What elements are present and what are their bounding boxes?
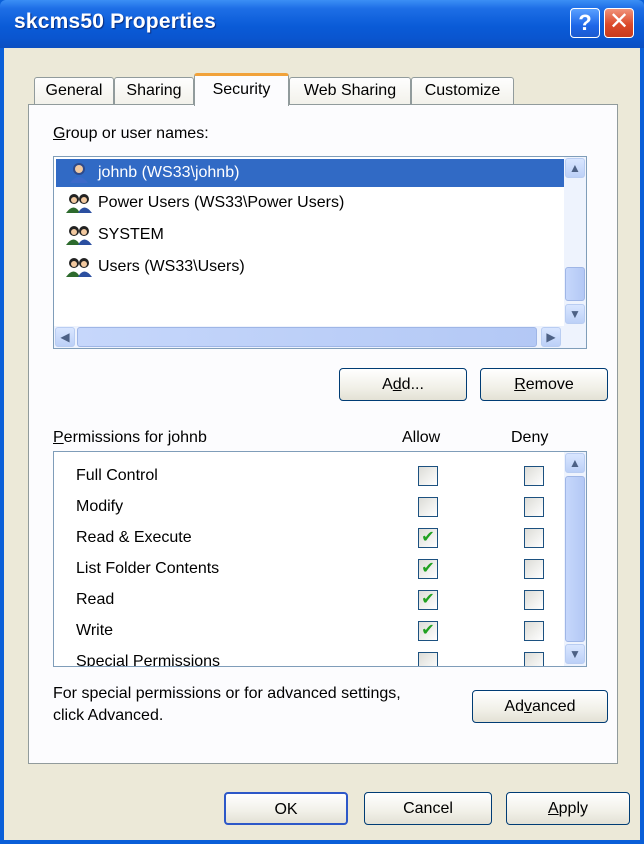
scroll-thumb[interactable] xyxy=(565,267,585,301)
permission-row-modify: Modify xyxy=(54,492,564,522)
list-item-johnb[interactable]: johnb (WS33\johnb) xyxy=(56,159,564,187)
scroll-thumb[interactable] xyxy=(565,476,585,642)
scroll-up-icon[interactable]: ▲ xyxy=(565,453,585,473)
group-icon xyxy=(66,194,92,213)
permissions-list[interactable]: Full Control Modify Read & Execute ✔ Lis… xyxy=(53,451,587,667)
permission-row-write: Write ✔ xyxy=(54,616,564,646)
properties-window: skcms50 Properties ? ✕ General Sharing S… xyxy=(0,0,644,844)
remove-button[interactable]: Remove xyxy=(480,368,608,401)
deny-checkbox-read[interactable] xyxy=(524,590,544,610)
close-button[interactable]: ✕ xyxy=(604,8,634,38)
deny-checkbox-modify[interactable] xyxy=(524,497,544,517)
scroll-thumb[interactable] xyxy=(77,327,537,347)
scroll-left-icon[interactable]: ◀ xyxy=(55,327,75,347)
scroll-down-icon[interactable]: ▼ xyxy=(565,304,585,324)
security-panel: Group or user names: johnb (WS33\johnb) … xyxy=(28,104,618,764)
advanced-note: For special permissions or for advanced … xyxy=(53,685,401,724)
group-user-list[interactable]: johnb (WS33\johnb) Power Users (WS33\Pow… xyxy=(53,156,587,349)
tab-web-sharing[interactable]: Web Sharing xyxy=(289,77,411,105)
cancel-button[interactable]: Cancel xyxy=(364,792,492,825)
add-button[interactable]: Add... xyxy=(339,368,467,401)
tab-security[interactable]: Security xyxy=(194,73,289,106)
group-list-vertical-scrollbar[interactable]: ▲ ▼ xyxy=(564,157,586,326)
allow-checkbox-full-control[interactable] xyxy=(418,466,438,486)
allow-header: Allow xyxy=(402,429,441,446)
group-names-label: Group or user names: xyxy=(53,125,209,142)
tab-customize[interactable]: Customize xyxy=(411,77,514,105)
scroll-up-icon[interactable]: ▲ xyxy=(565,158,585,178)
tab-sharing[interactable]: Sharing xyxy=(114,77,194,105)
dialog-body: General Sharing Security Web Sharing Cus… xyxy=(4,48,640,840)
list-item-power-users[interactable]: Power Users (WS33\Power Users) xyxy=(56,189,564,217)
group-icon xyxy=(66,258,92,277)
allow-checkbox-list-folder-contents[interactable]: ✔ xyxy=(418,559,438,579)
group-list-horizontal-scrollbar[interactable]: ◀ ▶ xyxy=(54,326,586,348)
deny-checkbox-list-folder-contents[interactable] xyxy=(524,559,544,579)
user-icon xyxy=(70,163,88,183)
deny-checkbox-full-control[interactable] xyxy=(524,466,544,486)
allow-checkbox-write[interactable]: ✔ xyxy=(418,621,438,641)
scroll-down-icon[interactable]: ▼ xyxy=(565,644,585,664)
permissions-vertical-scrollbar[interactable]: ▲ ▼ xyxy=(564,452,586,666)
permission-row-read: Read ✔ xyxy=(54,585,564,615)
scroll-right-icon[interactable]: ▶ xyxy=(541,327,561,347)
help-button[interactable]: ? xyxy=(570,8,600,38)
permission-row-list-folder-contents: List Folder Contents ✔ xyxy=(54,554,564,584)
list-item-system[interactable]: SYSTEM xyxy=(56,221,564,249)
permission-row-read-execute: Read & Execute ✔ xyxy=(54,523,564,553)
window-title: skcms50 Properties xyxy=(14,10,217,33)
allow-checkbox-special-permissions[interactable] xyxy=(418,652,438,666)
permission-row-full-control: Full Control xyxy=(54,461,564,491)
permission-row-special-permissions: Special Permissions xyxy=(54,647,564,666)
deny-checkbox-special-permissions[interactable] xyxy=(524,652,544,666)
group-icon xyxy=(66,226,92,245)
ok-button[interactable]: OK xyxy=(224,792,348,825)
tab-general[interactable]: General xyxy=(34,77,114,105)
permissions-label: Permissions for johnb xyxy=(53,429,207,446)
deny-checkbox-read-execute[interactable] xyxy=(524,528,544,548)
allow-checkbox-modify[interactable] xyxy=(418,497,438,517)
list-item-users[interactable]: Users (WS33\Users) xyxy=(56,253,564,281)
advanced-button[interactable]: Advanced xyxy=(472,690,608,723)
allow-checkbox-read[interactable]: ✔ xyxy=(418,590,438,610)
allow-checkbox-read-execute[interactable]: ✔ xyxy=(418,528,438,548)
deny-checkbox-write[interactable] xyxy=(524,621,544,641)
apply-button[interactable]: Apply xyxy=(506,792,630,825)
deny-header: Deny xyxy=(511,429,549,446)
title-bar[interactable]: skcms50 Properties ? ✕ xyxy=(0,0,644,48)
